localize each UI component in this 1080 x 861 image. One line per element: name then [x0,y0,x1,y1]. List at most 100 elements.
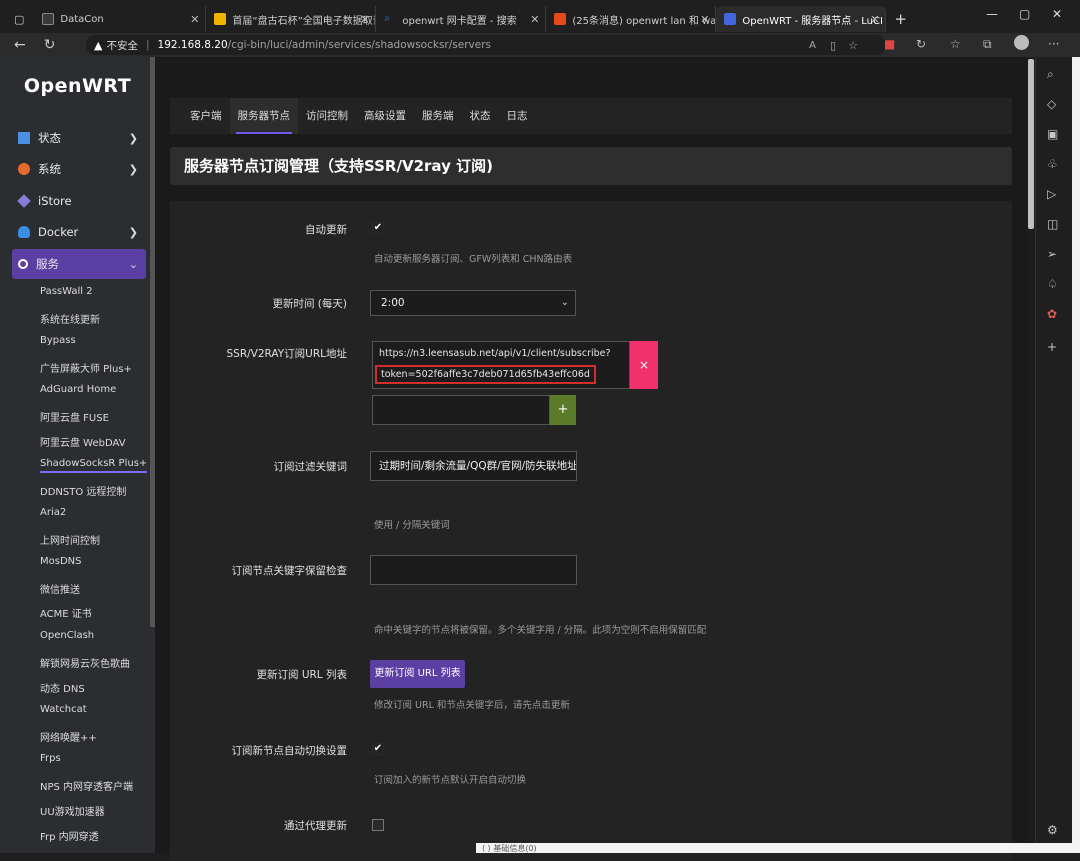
auto-update-checkbox[interactable]: ✔ [372,222,384,234]
tab-client[interactable]: 客户端 [182,98,230,134]
sidebar-subitem[interactable]: ACME 证书 [40,605,92,620]
maximize-icon[interactable]: ▢ [1019,7,1030,21]
profile-avatar[interactable] [1014,35,1029,50]
tab-server-nodes[interactable]: 服务器节点 [229,98,298,134]
tab-access-control[interactable]: 访问控制 [298,98,356,134]
proxy-update-checkbox[interactable] [372,819,384,831]
keep-input[interactable] [370,555,577,585]
sidebar-subitem[interactable]: OpenClash [40,630,94,641]
tab-actions-icon[interactable]: ▢ [14,13,24,26]
sidebar-subitem[interactable]: NPS 内网穿透客户端 [40,778,133,793]
sidebar-item-istore[interactable]: iStore [12,186,146,216]
sidebar-subitem-active[interactable]: ShadowSocksR Plus+ [40,458,148,473]
sidebar-subitem[interactable]: 网络唤醒++ [40,729,97,744]
browser-tab[interactable]: ⌕ openwrt 网卡配置 - 搜索 ✕ [376,6,547,32]
reader-icon[interactable]: ▯ [830,39,836,52]
update-list-label: 更新订阅 URL 列表 [256,669,347,681]
more-icon[interactable]: ··· [1048,37,1059,51]
remove-url-button[interactable]: × [630,341,658,389]
tab-favicon-icon [214,13,227,25]
sidebar-subitem[interactable]: Watchcat [40,704,87,715]
new-url-input[interactable] [372,395,550,425]
collections-icon[interactable]: ⧉ [983,37,992,52]
browser-tab-strip: ▢ DataCon ✕ 首届“盘古石杯”全国电子数据取证 ✕ ⌕ openwrt… [0,0,1080,33]
sidebar-subitem[interactable]: Frps [40,753,61,764]
read-aloud-icon[interactable]: A [809,40,816,51]
sidebar-subitem[interactable]: UU游戏加速器 [40,803,105,818]
close-icon[interactable]: ✕ [360,13,369,26]
tag-icon[interactable]: ◇ [1047,97,1056,111]
filter-hint: 使用 / 分隔关键词 [374,520,450,531]
close-icon[interactable]: ✕ [870,13,879,26]
sidebar-subitem[interactable]: 广告屏蔽大师 Plus+ [40,360,132,375]
send-icon[interactable]: ➢ [1047,247,1057,261]
sidebar-subitem[interactable]: Aria2 [40,507,66,518]
sidebar-item-label: 系统 [38,162,61,176]
browser-tab-title: (25条消息) openwrt lan 和 wan的 [572,15,717,27]
sidebar-subitem[interactable]: 动态 DNS [40,680,85,695]
sidebar-subitem[interactable]: AdGuard Home [40,384,116,395]
page-scrollbar[interactable] [1027,57,1035,853]
sidebar-subitem[interactable]: DDNSTO 远程控制 [40,483,126,498]
sidebar-subitem[interactable]: PassWall 2 [40,286,93,297]
sub-url-field[interactable]: https://n3.leensasub.net/api/v1/client/s… [372,341,630,389]
briefcase-icon[interactable]: ▣ [1047,127,1058,141]
tab-server[interactable]: 服务端 [414,98,462,134]
browser-tab[interactable]: DataCon ✕ [34,6,207,32]
sidebar-subitem[interactable]: 上网时间控制 [40,532,100,547]
gear-icon [18,163,30,175]
sidebar-item-services[interactable]: 服务 ⌄ [12,249,146,279]
sidebar-item-docker[interactable]: Docker ❯ [12,217,146,247]
sidebar-subitem[interactable]: 微信推送 [40,581,80,596]
sidebar-subitem[interactable]: 阿里云盘 WebDAV [40,434,126,449]
edge-sidebar: ⌕ ◇ ▣ ♧ ▷ ◫ ➢ ♤ ✿ + ⚙ [1035,57,1072,853]
settings-gear-icon[interactable]: ⚙ [1047,823,1058,837]
url-input[interactable]: ▲ 不安全 | 192.168.8.20 /cgi-bin/luci/admin… [86,35,886,55]
sidebar-subitem[interactable]: 系统在线更新 [40,311,100,326]
refresh-icon[interactable]: ↻ [44,37,56,53]
new-tab-button[interactable]: + [894,10,907,28]
tab-favicon-icon [42,13,55,25]
tree-icon[interactable]: ♤ [1047,277,1058,291]
chevron-right-icon: ❯ [128,131,138,145]
update-time-select[interactable]: 2:00 ⌄ [370,290,576,316]
games-icon[interactable]: ♧ [1047,157,1058,171]
play-icon[interactable]: ▷ [1047,187,1056,201]
page-title: 服务器节点订阅管理（支持SSR/V2ray 订阅) [170,147,1012,185]
add-icon[interactable]: + [1047,340,1057,354]
section-tabs: 客户端 服务器节点 访问控制 高级设置 服务端 状态 日志 [170,98,1012,134]
refresh-extension-icon[interactable]: ↻ [916,37,926,51]
close-window-icon[interactable]: ✕ [1052,7,1062,21]
tab-log[interactable]: 日志 [499,98,536,134]
minimize-icon[interactable]: — [986,7,998,21]
app-icon[interactable]: ✿ [1047,307,1057,321]
close-icon[interactable]: ✕ [530,13,539,26]
auto-switch-checkbox[interactable]: ✔ [372,743,384,755]
update-list-button[interactable]: 更新订阅 URL 列表 [370,660,465,688]
outlook-icon[interactable]: ◫ [1047,217,1058,231]
auto-switch-label: 订阅新节点自动切换设置 [231,745,348,757]
search-icon[interactable]: ⌕ [1047,67,1054,82]
sidebar-subitem[interactable]: 解锁网易云灰色歌曲 [40,655,130,670]
tab-advanced[interactable]: 高级设置 [356,98,414,134]
sidebar-item-status[interactable]: 状态 ❯ [12,123,146,153]
close-icon[interactable]: ✕ [190,13,199,26]
sidebar-subitem[interactable]: Bypass [40,335,76,346]
browser-tab[interactable]: (25条消息) openwrt lan 和 wan的 ✕ [546,6,717,32]
sidebar-item-system[interactable]: 系统 ❯ [12,154,146,184]
scrollbar-thumb[interactable] [1028,59,1034,229]
browser-tab-active[interactable]: OpenWRT - 服务器节点 - LuCI ✕ [716,6,887,32]
browser-tab[interactable]: 首届“盘古石杯”全国电子数据取证 ✕ [206,6,377,32]
favorite-add-icon[interactable]: ☆ [848,39,858,52]
tab-status[interactable]: 状态 [462,98,499,134]
close-icon[interactable]: ✕ [700,13,709,26]
auto-update-hint: 自动更新服务器订阅、GFW列表和 CHN路由表 [374,254,573,265]
back-icon[interactable]: ← [14,37,26,53]
sidebar-subitem[interactable]: MosDNS [40,556,81,567]
add-url-button[interactable]: + [550,395,576,425]
sidebar-subitem[interactable]: Frp 内网穿透 [40,828,99,843]
sidebar-subitem[interactable]: 阿里云盘 FUSE [40,409,109,424]
extension-icon[interactable]: ■ [884,37,895,51]
favorites-icon[interactable]: ☆ [950,37,961,51]
filter-input[interactable]: 过期时间/剩余流量/QQ群/官网/防失联地址 [370,451,577,481]
